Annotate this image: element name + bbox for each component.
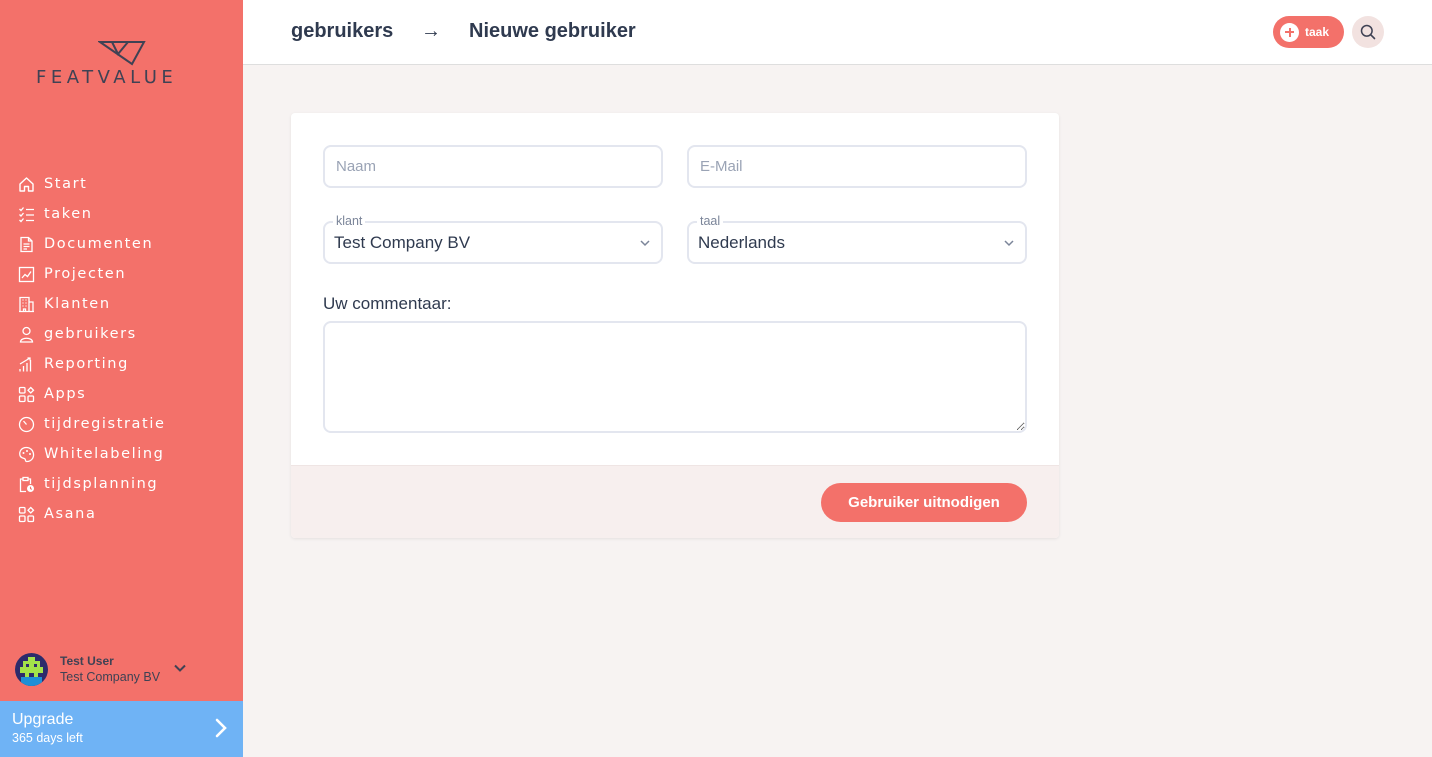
upgrade-days-left: 365 days left [12, 731, 83, 745]
sidebar-item-label: Apps [44, 386, 87, 402]
sidebar-item-label: gebruikers [44, 326, 137, 342]
new-user-form-card: klant Test Company BV taal Nederlands Uw… [291, 113, 1059, 538]
sidebar-item-apps[interactable]: Apps [0, 379, 243, 409]
comment-label: Uw commentaar: [323, 294, 452, 313]
chevron-right-icon [215, 718, 227, 743]
clipboard-clock-icon [17, 475, 35, 493]
sidebar-item-label: Whitelabeling [44, 446, 165, 462]
sidebar-item-label: Start [44, 176, 88, 192]
apps-icon [17, 385, 35, 403]
logo-text: FEATVALUE [36, 67, 178, 88]
client-select[interactable]: klant Test Company BV [323, 214, 663, 264]
language-label: taal [697, 214, 724, 228]
form-footer: Gebruiker uitnodigen [291, 465, 1059, 538]
sidebar-item-reporting[interactable]: Reporting [0, 349, 243, 379]
user-icon [17, 325, 35, 343]
chevron-down-icon [1003, 236, 1015, 254]
document-icon [17, 235, 35, 253]
email-field [687, 145, 1027, 188]
sidebar-nav: Start taken Documenten Projecten Klanten [0, 169, 243, 529]
building-icon [17, 295, 35, 313]
upgrade-title: Upgrade [12, 711, 74, 728]
client-label: klant [333, 214, 366, 228]
email-input[interactable] [689, 147, 1025, 186]
top-header: gebruikers → Nieuwe gebruiker taak [243, 0, 1432, 65]
invite-user-button[interactable]: Gebruiker uitnodigen [821, 483, 1027, 522]
language-value: Nederlands [698, 233, 785, 252]
breadcrumb-arrow: → [421, 20, 441, 42]
chevron-down-icon [639, 236, 651, 254]
name-input[interactable] [325, 147, 661, 186]
bar-chart-icon [17, 355, 35, 373]
add-task-label: taak [1305, 25, 1330, 39]
sidebar-item-whitelabeling[interactable]: Whitelabeling [0, 439, 243, 469]
comment-textarea[interactable] [323, 321, 1027, 433]
sidebar-item-projecten[interactable]: Projecten [0, 259, 243, 289]
user-company: Test Company BV [60, 670, 161, 684]
sidebar-item-label: Documenten [44, 236, 154, 252]
tasks-icon [17, 205, 35, 223]
plus-icon [1280, 22, 1299, 42]
apps-icon [17, 505, 35, 523]
page-title: Nieuwe gebruiker [469, 20, 636, 42]
user-name: Test User [60, 654, 114, 668]
add-task-button[interactable]: taak [1273, 16, 1344, 48]
sidebar-item-taken[interactable]: taken [0, 199, 243, 229]
sidebar-item-label: tijdsplanning [44, 476, 159, 492]
logo-mark-icon [98, 41, 146, 66]
sidebar-item-start[interactable]: Start [0, 169, 243, 199]
chart-icon [17, 265, 35, 283]
sidebar-item-klanten[interactable]: Klanten [0, 289, 243, 319]
sidebar: FEATVALUE Start taken Documenten Project… [0, 0, 243, 757]
sidebar-item-label: Klanten [44, 296, 111, 312]
search-icon [1360, 24, 1376, 40]
user-menu[interactable]: Test User Test Company BV [15, 652, 225, 686]
timer-icon [17, 415, 35, 433]
client-value: Test Company BV [334, 233, 471, 252]
sidebar-item-gebruikers[interactable]: gebruikers [0, 319, 243, 349]
sidebar-item-label: taken [44, 206, 93, 222]
chevron-down-icon[interactable] [173, 660, 187, 678]
home-icon [17, 175, 35, 193]
sidebar-item-label: Asana [44, 506, 97, 522]
palette-icon [17, 445, 35, 463]
name-field [323, 145, 663, 188]
sidebar-item-label: tijdregistratie [44, 416, 166, 432]
sidebar-item-label: Projecten [44, 266, 127, 282]
sidebar-item-asana[interactable]: Asana [0, 499, 243, 529]
search-button[interactable] [1352, 16, 1384, 48]
avatar [15, 652, 48, 686]
language-select[interactable]: taal Nederlands [687, 214, 1027, 264]
upgrade-banner[interactable]: Upgrade 365 days left [0, 701, 243, 757]
logo[interactable]: FEATVALUE [36, 40, 208, 90]
sidebar-item-tijdregistratie[interactable]: tijdregistratie [0, 409, 243, 439]
sidebar-item-tijdsplanning[interactable]: tijdsplanning [0, 469, 243, 499]
sidebar-item-label: Reporting [44, 356, 129, 372]
breadcrumb-parent[interactable]: gebruikers [291, 20, 393, 43]
sidebar-item-documenten[interactable]: Documenten [0, 229, 243, 259]
